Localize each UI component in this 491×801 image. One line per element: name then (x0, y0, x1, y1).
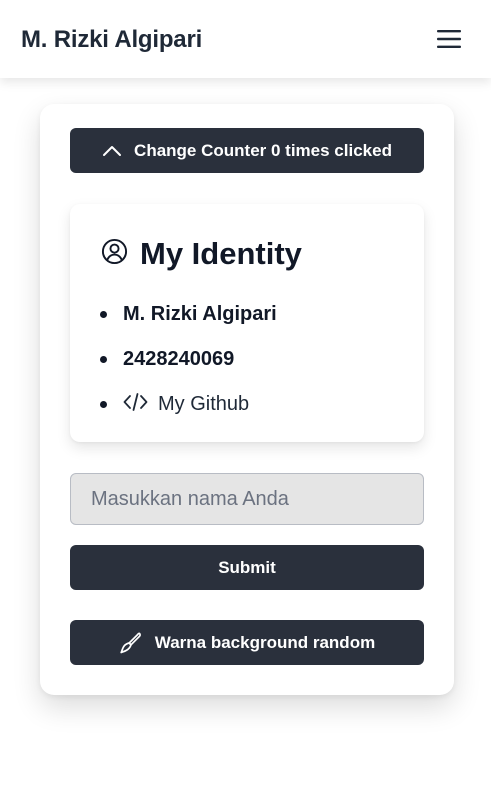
paint-brush-icon (119, 631, 143, 655)
random-background-button[interactable]: Warna background random (70, 620, 424, 665)
identity-name-text: M. Rizki Algipari (123, 303, 277, 325)
random-background-label: Warna background random (154, 632, 376, 652)
chevron-up-icon (102, 145, 122, 157)
brand-title[interactable]: M. Rizki Algipari (21, 26, 202, 54)
name-input[interactable] (70, 473, 424, 525)
identity-nim-text: 2428240069 (123, 348, 235, 370)
github-link[interactable]: My Github (123, 392, 249, 418)
change-counter-label: Change Counter 0 times clicked (134, 140, 392, 160)
submit-button[interactable]: Submit (70, 545, 424, 590)
identity-github-item: My Github (100, 382, 277, 427)
identity-title: My Identity (140, 236, 302, 271)
navbar: M. Rizki Algipari (0, 0, 491, 78)
hamburger-menu-icon[interactable] (436, 28, 462, 50)
identity-name-item: M. Rizki Algipari (100, 292, 277, 337)
identity-nim-item: 2428240069 (100, 337, 277, 382)
identity-list: M. Rizki Algipari 2428240069 My Github (100, 292, 277, 427)
github-link-label: My Github (158, 393, 250, 415)
change-counter-button[interactable]: Change Counter 0 times clicked (70, 128, 424, 173)
user-circle-icon (101, 238, 128, 270)
identity-heading: My Identity (101, 236, 302, 272)
code-icon (123, 392, 148, 418)
